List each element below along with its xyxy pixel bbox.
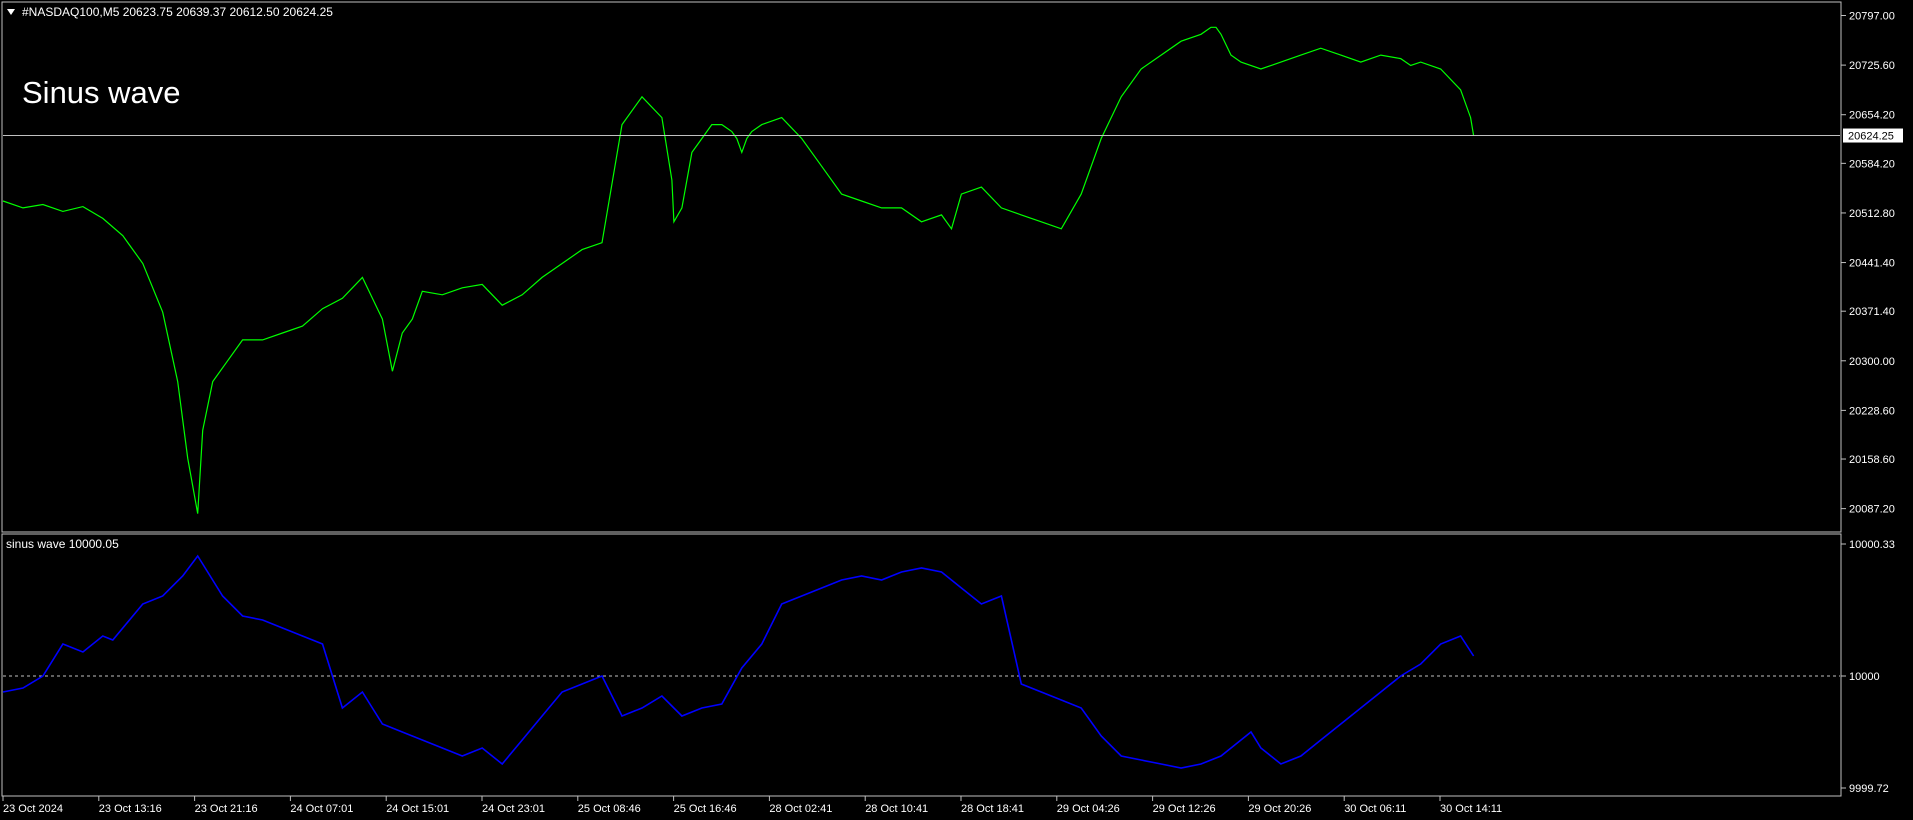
time-tick-label: 28 Oct 18:41 — [961, 803, 1024, 815]
indicator-label: sinus wave 10000.05 — [6, 537, 119, 551]
price-tick-label: 20300.00 — [1849, 356, 1895, 368]
price-tick-label: 20512.80 — [1849, 208, 1895, 220]
price-tick-label: 20228.60 — [1849, 405, 1895, 417]
chart-overlay-title: Sinus wave — [22, 75, 181, 110]
price-tick-label: 20371.40 — [1849, 306, 1895, 318]
time-tick-label: 24 Oct 15:01 — [386, 803, 449, 815]
time-tick-label: 28 Oct 10:41 — [865, 803, 928, 815]
indicator-tick-label: 10000 — [1849, 671, 1880, 683]
time-tick-label: 25 Oct 16:46 — [674, 803, 737, 815]
time-tick-label: 28 Oct 02:41 — [769, 803, 832, 815]
time-tick-label: 30 Oct 06:11 — [1344, 803, 1406, 815]
time-tick-label: 24 Oct 23:01 — [482, 803, 545, 815]
time-tick-label: 23 Oct 2024 — [3, 803, 63, 815]
symbol-info: #NASDAQ100,M5 20623.75 20639.37 20612.50… — [22, 5, 333, 19]
price-tick-label: 20087.20 — [1849, 504, 1895, 516]
price-tick-label: 20797.00 — [1849, 11, 1895, 23]
trading-chart[interactable]: #NASDAQ100,M5 20623.75 20639.37 20612.50… — [0, 0, 1913, 820]
price-tick-label: 20654.20 — [1849, 110, 1895, 122]
indicator-tick-label: 10000.33 — [1849, 539, 1895, 551]
time-tick-label: 29 Oct 12:26 — [1153, 803, 1216, 815]
time-tick-label: 24 Oct 07:01 — [290, 803, 353, 815]
price-tick-label: 20158.60 — [1849, 454, 1895, 466]
chart-background — [0, 0, 1913, 820]
time-tick-label: 30 Oct 14:11 — [1440, 803, 1502, 815]
current-price-label: 20624.25 — [1848, 131, 1894, 143]
time-tick-label: 29 Oct 04:26 — [1057, 803, 1120, 815]
time-tick-label: 23 Oct 13:16 — [99, 803, 162, 815]
time-tick-label: 29 Oct 20:26 — [1248, 803, 1311, 815]
price-tick-label: 20441.40 — [1849, 258, 1895, 270]
price-tick-label: 20584.20 — [1849, 158, 1895, 170]
time-tick-label: 23 Oct 21:16 — [195, 803, 258, 815]
indicator-tick-label: 9999.72 — [1849, 783, 1889, 795]
time-tick-label: 25 Oct 08:46 — [578, 803, 641, 815]
price-tick-label: 20725.60 — [1849, 60, 1895, 72]
